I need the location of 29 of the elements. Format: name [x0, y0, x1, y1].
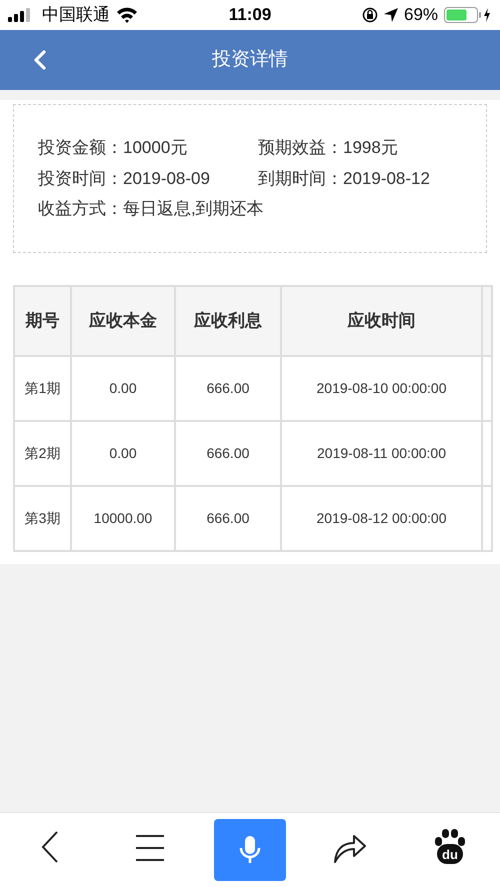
summary-item: 投资时间：2019-08-09: [38, 168, 211, 190]
table-cell: 第3期: [14, 486, 71, 550]
voice-button[interactable]: [214, 819, 286, 881]
back-icon: [33, 50, 47, 70]
column-header: 应收利息: [175, 286, 281, 356]
back-icon[interactable]: [41, 831, 59, 863]
paw-logo[interactable]: du: [434, 829, 466, 865]
rotation-lock-icon: [362, 7, 378, 23]
table-cell: 第1期: [14, 356, 71, 420]
summary-item: 投资金额：10000元: [38, 137, 188, 159]
table-cell: 2019-08-12 00:00:00: [281, 486, 482, 550]
wifi-icon: [116, 7, 138, 23]
table-cell: 第2期: [14, 420, 71, 486]
summary-item: 到期时间：2019-08-12: [258, 168, 431, 190]
summary-item: 预期效益：1998元: [258, 137, 399, 159]
column-header: 应收时间: [281, 286, 482, 356]
battery-charging-icon: [444, 7, 492, 23]
carrier-name: 中国联通: [42, 4, 110, 26]
menu-icon[interactable]: [136, 835, 164, 861]
location-arrow-icon: [384, 8, 398, 22]
column-header: 应收本金: [71, 286, 175, 356]
summary-item: 收益方式：每日返息,到期还本: [38, 198, 265, 220]
page-title: 投资详情: [212, 48, 288, 72]
microphone-icon: [239, 835, 261, 865]
table-cell: 666.00: [175, 486, 281, 550]
column-header: 期号: [14, 286, 71, 356]
status-time: 11:09: [228, 4, 272, 26]
battery-percent: 69%: [404, 4, 438, 26]
table-cell: 10000.00: [71, 486, 175, 550]
